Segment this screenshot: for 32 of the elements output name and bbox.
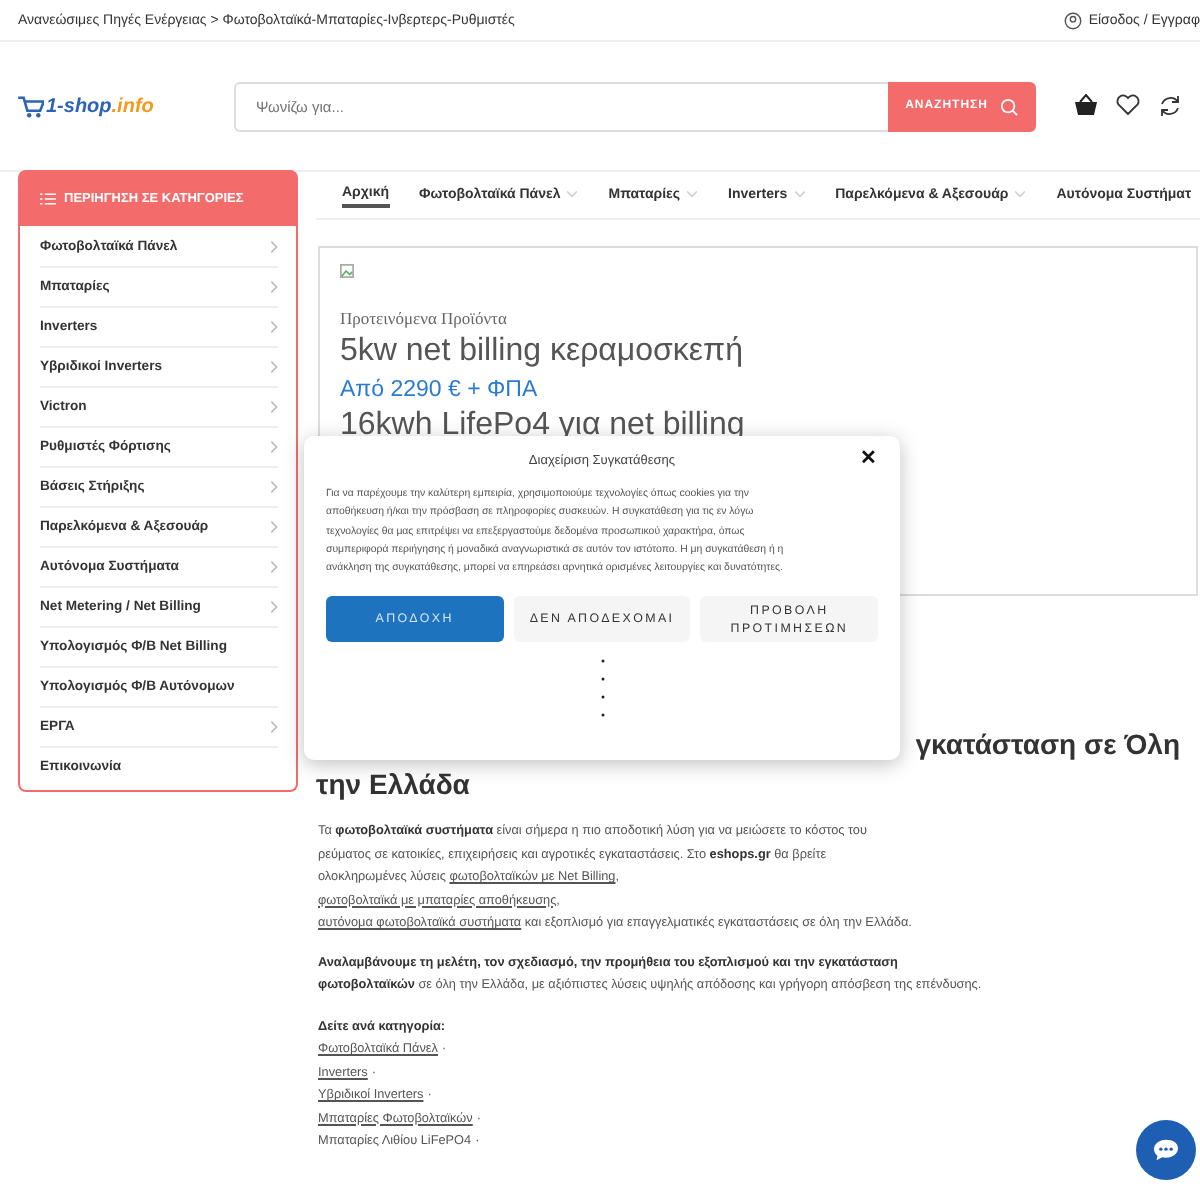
chevron-right-icon xyxy=(270,720,278,734)
chevron-right-icon xyxy=(270,440,278,454)
caret-icon xyxy=(566,190,579,198)
list-icon xyxy=(40,191,56,205)
chevron-right-icon xyxy=(270,280,278,294)
section-heading: την Ελλάδα xyxy=(316,766,472,804)
heart-icon[interactable] xyxy=(1116,94,1140,116)
caret-icon xyxy=(1014,190,1027,198)
user-icon xyxy=(1064,11,1083,29)
chevron-right-icon xyxy=(270,520,278,534)
section-heading: γκατάσταση σε Όλη xyxy=(913,726,1182,764)
chat-button[interactable] xyxy=(1136,1120,1196,1180)
caret-icon xyxy=(793,190,806,198)
chevron-right-icon xyxy=(270,400,278,414)
refresh-icon[interactable] xyxy=(1158,94,1182,118)
chevron-right-icon xyxy=(270,560,278,574)
banner-price: Από 2290 € + ΦΠΑ xyxy=(340,378,540,402)
search-icon xyxy=(1000,97,1018,115)
logo-text[interactable]: 1-shop.info xyxy=(46,95,154,117)
chevron-right-icon xyxy=(270,240,278,254)
chevron-right-icon xyxy=(270,600,278,614)
chat-bubble-icon xyxy=(1152,1138,1180,1162)
banner-title: 5kw net billing κεραμοσκεπή xyxy=(340,334,745,370)
close-button[interactable]: ✕ xyxy=(860,446,876,470)
chevron-right-icon xyxy=(270,360,278,374)
cart-icon xyxy=(18,95,44,117)
broken-image-icon xyxy=(340,264,354,278)
banner-kicker: Προτεινόμενα Προϊόντα xyxy=(340,308,509,328)
chevron-right-icon xyxy=(270,480,278,494)
caret-icon xyxy=(686,190,699,198)
chevron-right-icon xyxy=(270,320,278,334)
basket-icon[interactable] xyxy=(1074,94,1098,116)
